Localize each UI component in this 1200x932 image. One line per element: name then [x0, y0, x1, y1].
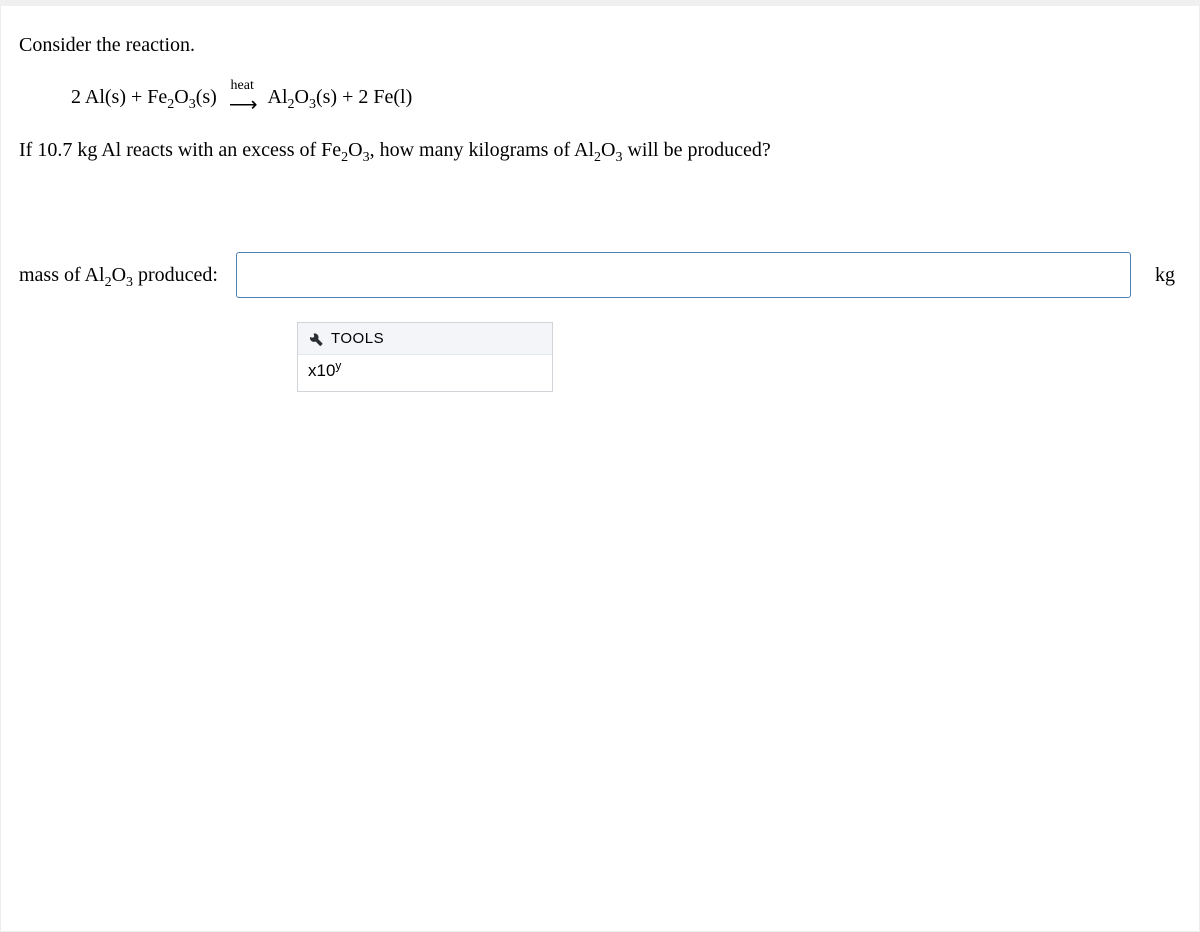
eq-sub: 2 — [288, 97, 295, 112]
label-sub: 2 — [105, 275, 112, 290]
label-text: mass of Al — [19, 264, 105, 286]
question-page: Consider the reaction. 2 Al(s) + Fe2O3(s… — [0, 0, 1200, 932]
tools-panel: TOOLS x10y — [297, 322, 553, 392]
eq-text: (s) + 2 Fe(l) — [316, 86, 412, 108]
eq-text: O — [174, 86, 188, 108]
reaction-equation: 2 Al(s) + Fe2O3(s) heat ⟶ Al2O3(s) + 2 F… — [71, 79, 1181, 115]
eq-sub: 3 — [189, 97, 196, 112]
tools-title: TOOLS — [331, 330, 384, 347]
sci-exp: y — [335, 358, 341, 372]
sci-base: x10 — [308, 361, 335, 380]
scientific-notation-button[interactable]: x10y — [308, 361, 341, 380]
q-text: , how many kilograms of Al — [370, 139, 594, 161]
reaction-arrow: heat ⟶ — [229, 79, 256, 115]
arrow-label: heat — [231, 79, 254, 93]
label-sub: 3 — [126, 275, 133, 290]
answer-input[interactable] — [236, 252, 1131, 298]
q-sub: 3 — [363, 150, 370, 165]
answer-row: mass of Al2O3 produced: kg — [19, 252, 1181, 298]
arrow-icon: ⟶ — [229, 95, 256, 115]
label-text: O — [112, 264, 126, 286]
content-area: Consider the reaction. 2 Al(s) + Fe2O3(s… — [1, 6, 1199, 410]
q-sub: 2 — [594, 150, 601, 165]
q-text: O — [348, 139, 362, 161]
problem-intro: Consider the reaction. — [19, 34, 1181, 57]
tools-body: x10y — [298, 355, 552, 391]
equation-lhs: 2 Al(s) + Fe2O3(s) — [71, 86, 217, 109]
eq-text: (s) — [196, 86, 217, 108]
eq-text: Al — [268, 86, 288, 108]
q-text: O — [601, 139, 615, 161]
eq-text: O — [295, 86, 309, 108]
answer-unit: kg — [1155, 264, 1175, 287]
q-text: will be produced? — [622, 139, 770, 161]
q-text: If 10.7 kg Al reacts with an excess of F… — [19, 139, 341, 161]
eq-text: 2 Al(s) + Fe — [71, 86, 167, 108]
problem-question: If 10.7 kg Al reacts with an excess of F… — [19, 139, 1181, 162]
answer-label: mass of Al2O3 produced: — [19, 264, 218, 287]
wrench-icon — [308, 331, 323, 346]
equation-rhs: Al2O3(s) + 2 Fe(l) — [268, 86, 413, 109]
label-text: produced: — [133, 264, 218, 286]
tools-header: TOOLS — [298, 323, 552, 355]
eq-sub: 3 — [309, 97, 316, 112]
